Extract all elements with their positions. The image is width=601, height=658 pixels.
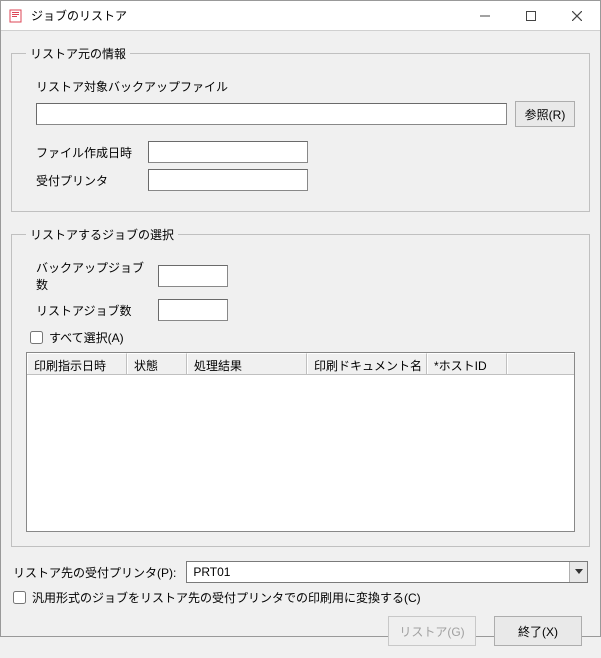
col-result[interactable]: 処理結果 — [187, 353, 307, 374]
job-listview[interactable]: 印刷指示日時 状態 処理結果 印刷ドキュメント名 *ホストID — [26, 352, 575, 532]
backup-file-field — [36, 103, 507, 125]
select-all-checkbox-input[interactable] — [30, 331, 43, 344]
file-date-label: ファイル作成日時 — [36, 144, 136, 161]
chevron-down-icon — [575, 569, 583, 575]
job-listview-header: 印刷指示日時 状態 処理結果 印刷ドキュメント名 *ホストID — [27, 353, 574, 375]
dest-printer-combo[interactable]: PRT01 — [186, 561, 588, 583]
close-dialog-button[interactable]: 終了(X) — [494, 616, 582, 646]
recv-printer-label: 受付プリンタ — [36, 172, 136, 189]
minimize-button[interactable] — [462, 1, 508, 31]
backup-file-label: リストア対象バックアップファイル — [36, 78, 228, 95]
select-all-checkbox[interactable]: すべて選択(A) — [30, 329, 124, 346]
titlebar: ジョブのリストア — [1, 1, 600, 31]
col-host-id[interactable]: *ホストID — [427, 353, 507, 374]
restore-button[interactable]: リストア(G) — [388, 616, 476, 646]
close-button[interactable] — [554, 1, 600, 31]
footer: リストア(G) 終了(X) — [11, 606, 590, 650]
restore-job-count-field — [158, 299, 228, 321]
backup-job-count-label: バックアップジョブ数 — [36, 259, 146, 293]
select-all-checkbox-label: すべて選択(A) — [49, 329, 124, 346]
maximize-button[interactable] — [508, 1, 554, 31]
group-restore-source-legend: リストア元の情報 — [26, 45, 130, 62]
group-job-select: リストアするジョブの選択 バックアップジョブ数 リストアジョブ数 すべて選択(A… — [11, 226, 590, 547]
convert-checkbox[interactable]: 汎用形式のジョブをリストア先の受付プリンタでの印刷用に変換する(C) — [13, 589, 421, 606]
dest-printer-value: PRT01 — [187, 565, 569, 579]
convert-checkbox-input[interactable] — [13, 591, 26, 604]
restore-job-count-label: リストアジョブ数 — [36, 302, 146, 319]
dest-printer-label: リストア先の受付プリンタ(P): — [13, 564, 176, 581]
dest-printer-dropdown-button[interactable] — [569, 562, 587, 582]
file-date-field — [148, 141, 308, 163]
job-listview-body[interactable] — [27, 375, 574, 531]
col-spacer — [507, 353, 574, 374]
client-area: リストア元の情報 リストア対象バックアップファイル 参照(R) ファイル作成日時… — [1, 31, 600, 658]
col-document-name[interactable]: 印刷ドキュメント名 — [307, 353, 427, 374]
browse-button[interactable]: 参照(R) — [515, 101, 575, 127]
app-icon — [9, 8, 25, 24]
col-status[interactable]: 状態 — [127, 353, 187, 374]
backup-job-count-field — [158, 265, 228, 287]
group-restore-source: リストア元の情報 リストア対象バックアップファイル 参照(R) ファイル作成日時… — [11, 45, 590, 212]
window-title: ジョブのリストア — [31, 7, 462, 24]
convert-checkbox-label: 汎用形式のジョブをリストア先の受付プリンタでの印刷用に変換する(C) — [32, 589, 421, 606]
group-job-select-legend: リストアするジョブの選択 — [26, 226, 178, 243]
recv-printer-field — [148, 169, 308, 191]
col-print-datetime[interactable]: 印刷指示日時 — [27, 353, 127, 374]
